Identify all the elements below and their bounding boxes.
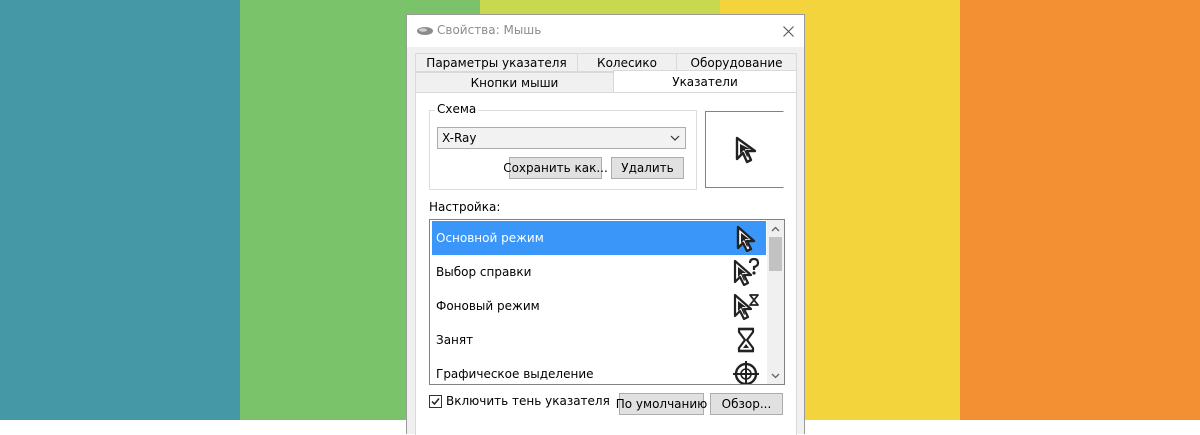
use-default-button-label: По умолчанию [615, 397, 708, 411]
scheme-group-label: Схема [435, 102, 479, 116]
list-item-label: Фоновый режим [436, 299, 540, 313]
scroll-down-button[interactable] [767, 367, 784, 384]
scheme-group: Схема X-Ray Сохранить как... Удалить [429, 102, 697, 190]
background-stripe-teal [0, 0, 240, 420]
close-button[interactable] [772, 15, 804, 47]
pointer-shadow-option[interactable]: Включить тень указателя [429, 393, 610, 409]
crosshair-cursor-icon [733, 361, 759, 384]
tab-pointer-options-label: Параметры указателя [426, 55, 567, 70]
scroll-thumb[interactable] [769, 237, 782, 271]
list-item[interactable]: Графическое выделение [432, 357, 766, 384]
tab-wheel-label: Колесико [597, 55, 657, 70]
arrow-cursor-icon [736, 225, 756, 252]
chevron-down-icon [670, 135, 680, 141]
delete-button-label: Удалить [621, 161, 674, 175]
title-bar[interactable]: Свойства: Мышь [407, 15, 804, 47]
help-cursor-icon [733, 258, 760, 286]
tab-buttons-label: Кнопки мыши [470, 75, 559, 90]
list-item[interactable]: Занят [432, 323, 766, 357]
cursor-preview [705, 111, 784, 188]
browse-button-label: Обзор... [721, 397, 772, 411]
mouse-icon [417, 27, 433, 35]
use-default-button[interactable]: По умолчанию [616, 393, 707, 415]
mouse-properties-dialog: Свойства: Мышь Параметры указателя Колес… [406, 14, 805, 435]
scheme-select[interactable]: X-Ray [437, 127, 686, 149]
save-as-button-label: Сохранить как... [503, 161, 608, 175]
delete-button[interactable]: Удалить [611, 157, 684, 179]
list-scrollbar[interactable] [767, 220, 784, 384]
checkmark-icon [431, 397, 440, 405]
list-item-label: Занят [436, 333, 474, 347]
chevron-down-icon [771, 373, 780, 378]
close-icon [782, 25, 794, 37]
browse-button[interactable]: Обзор... [710, 393, 783, 415]
background-stripe-orange [960, 0, 1200, 420]
working-in-background-cursor-icon [733, 293, 759, 320]
tab-pointer-options[interactable]: Параметры указателя [415, 53, 578, 72]
arrow-cursor-icon [735, 136, 757, 164]
pointer-shadow-checkbox[interactable] [429, 394, 442, 408]
list-item-label: Выбор справки [436, 265, 532, 279]
chevron-up-icon [771, 226, 780, 231]
list-item-label: Основной режим [436, 231, 544, 245]
tab-pointers[interactable]: Указатели [613, 70, 797, 92]
tab-buttons[interactable]: Кнопки мыши [415, 72, 614, 93]
tab-pointers-label: Указатели [672, 74, 738, 89]
window-title: Свойства: Мышь [437, 23, 542, 37]
list-item[interactable]: Выбор справки [432, 255, 766, 289]
pointer-shadow-label: Включить тень указателя [446, 394, 610, 408]
scroll-up-button[interactable] [767, 220, 784, 237]
customize-label: Настройка: [429, 200, 501, 214]
scheme-select-value: X-Ray [442, 131, 477, 145]
list-item[interactable]: Основной режим [432, 221, 766, 255]
save-as-button[interactable]: Сохранить как... [503, 157, 608, 179]
list-item[interactable]: Фоновый режим [432, 289, 766, 323]
busy-hourglass-cursor-icon [737, 327, 755, 353]
cursor-list[interactable]: Основной режим Выбор справки Фоновый реж… [429, 219, 785, 385]
list-item-label: Графическое выделение [436, 367, 594, 381]
pointers-tab-panel: Схема X-Ray Сохранить как... Удалить Нас… [415, 92, 797, 435]
tab-hardware-label: Оборудование [690, 55, 783, 70]
